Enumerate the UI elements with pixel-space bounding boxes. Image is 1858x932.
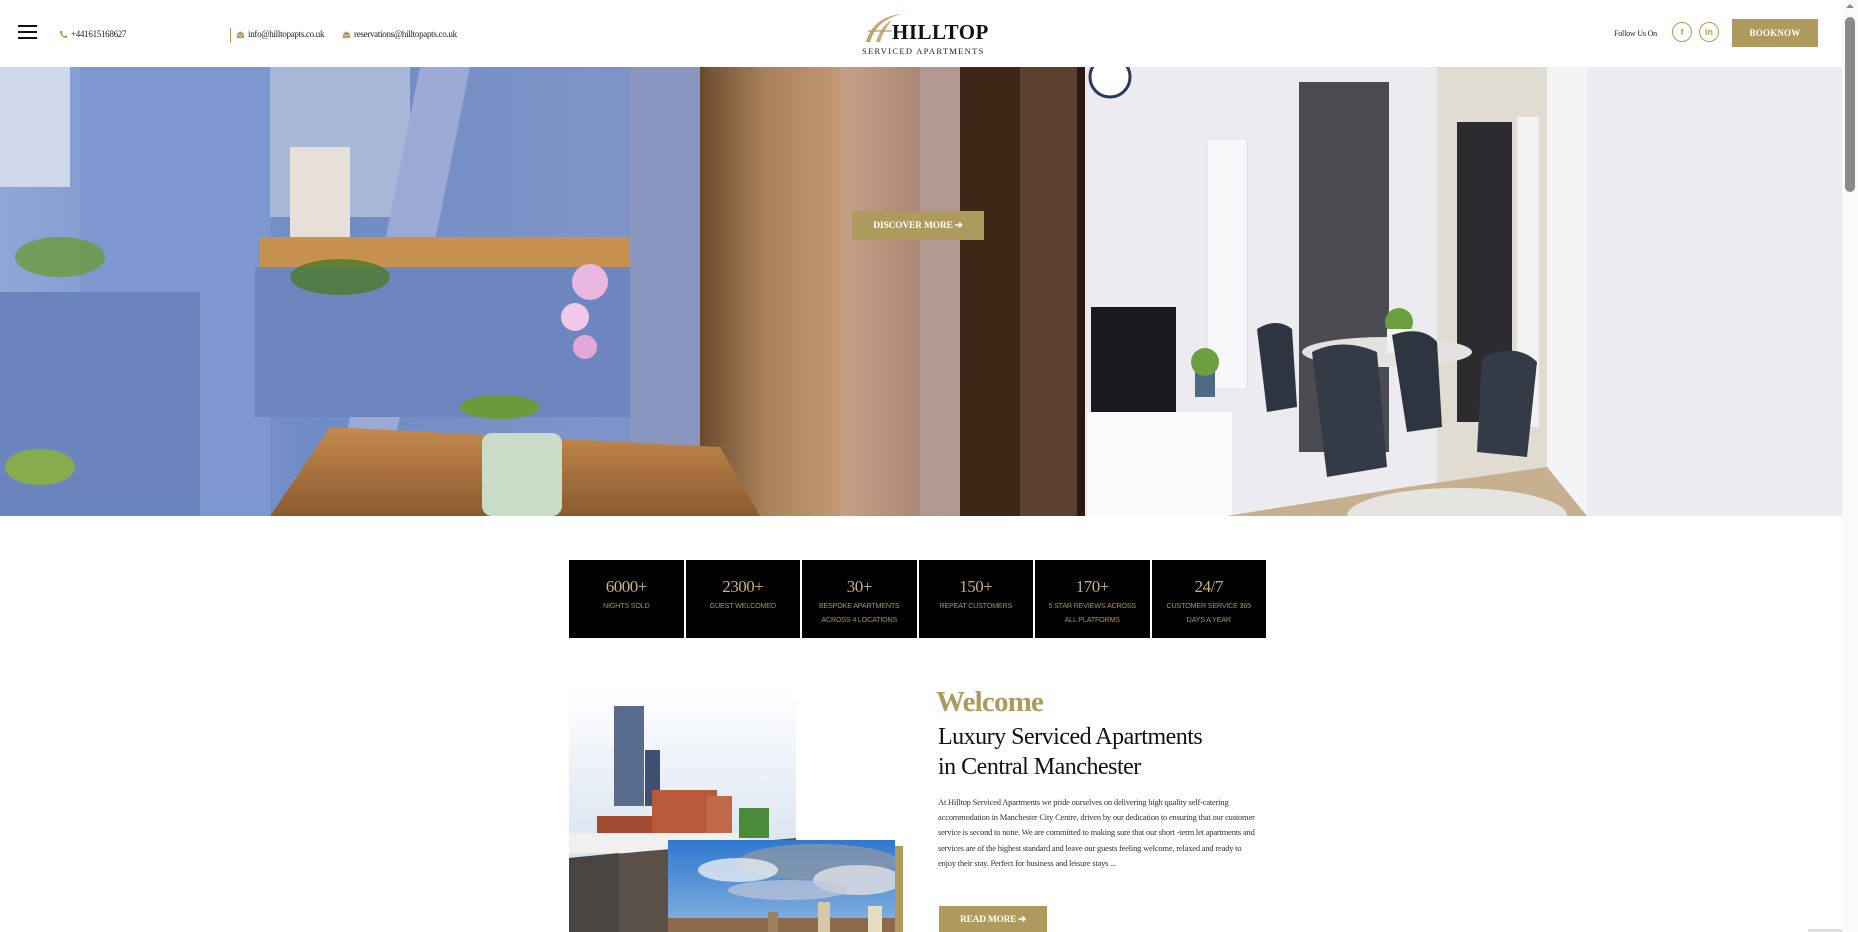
read-more-button[interactable]: READ MORE ➔ (939, 906, 1047, 932)
welcome-subheading: Luxury Serviced Apartments in Central Ma… (938, 722, 1298, 782)
balcony-photo (0, 67, 1077, 516)
reservations-email-link[interactable]: reservations@hilltopapts.co.uk (342, 29, 457, 39)
welcome-subheading-line: Luxury Serviced Apartments (938, 724, 1203, 750)
stats-bar: 6000+ NIGHTS SOLD 2300+ GUEST WELCOMED 3… (569, 560, 1266, 638)
stat-customer-service: 24/7 CUSTOMER SERVICE 365 DAYS A YEAR (1151, 560, 1266, 638)
stat-repeat-customers: 150+ REPEAT CUSTOMERS (918, 560, 1033, 638)
stat-nights-sold: 6000+ NIGHTS SOLD (569, 560, 684, 638)
stat-bespoke-apartments: 30+ BESPOKE APARTMENTS ACROSS 4 LOCATION… (802, 560, 917, 638)
skyline-photo (668, 840, 895, 932)
hamburger-line (18, 37, 37, 39)
stat-label: 5 STAR REVIEWS ACROSS ALL PLATFORMS (1048, 601, 1137, 624)
stat-value: 6000+ (605, 577, 648, 596)
hero-banner: DISCOVER MORE ➔ (0, 67, 1842, 516)
hamburger-line (18, 31, 37, 33)
stat-label: BESPOKE APARTMENTS ACROSS 4 LOCATIONS (818, 601, 900, 624)
stat-value: 170+ (1075, 577, 1110, 596)
stat-value: 24/7 (1194, 577, 1224, 596)
hamburger-menu-button[interactable] (18, 25, 37, 39)
linkedin-icon: in (1705, 27, 1713, 37)
scrollbar-thumb[interactable] (1845, 17, 1855, 192)
reservations-email: reservations@hilltopapts.co.uk (354, 29, 457, 39)
site-header: +441615168627 info@hilltopapts.co.uk res… (0, 0, 1842, 67)
hero-apartment-image (1077, 67, 1842, 516)
facebook-link[interactable]: f (1672, 22, 1692, 42)
apartment-photo (1077, 67, 1842, 516)
stat-guests-welcomed: 2300+ GUEST WELCOMED (685, 560, 800, 638)
linkedin-link[interactable]: in (1699, 22, 1719, 42)
stat-label: CUSTOMER SERVICE 365 DAYS A YEAR (1166, 601, 1252, 624)
scroll-up-arrow-icon[interactable] (1846, 4, 1854, 8)
book-now-button[interactable]: BOOKNOW (1732, 19, 1818, 47)
welcome-heading: Welcome (936, 686, 1044, 718)
stat-label: GUEST WELCOMED (709, 601, 776, 610)
manchester-skyline-image (668, 840, 895, 932)
discover-more-button[interactable]: DISCOVER MORE ➔ (852, 211, 984, 240)
logo-tagline: SERVICED APARTMENTS (862, 46, 985, 56)
phone-link[interactable]: +441615168627 (59, 29, 126, 39)
phone-number: +441615168627 (71, 29, 127, 39)
welcome-subheading-line: in Central Manchester (938, 754, 1141, 780)
stat-value: 30+ (846, 577, 873, 596)
info-email: info@hilltopapts.co.uk (248, 29, 325, 39)
envelope-icon (236, 30, 245, 38)
envelope-icon (342, 30, 351, 38)
header-divider (230, 28, 231, 43)
stat-label: REPEAT CUSTOMERS (939, 601, 1013, 610)
stat-five-star-reviews: 170+ 5 STAR REVIEWS ACROSS ALL PLATFORMS (1035, 560, 1150, 638)
info-email-link[interactable]: info@hilltopapts.co.uk (236, 29, 324, 39)
facebook-icon: f (1680, 27, 1684, 37)
phone-icon (59, 30, 68, 38)
logo-name: HILLTOP (892, 20, 989, 44)
follow-us-label: Follow Us On (1614, 29, 1657, 38)
vertical-scrollbar[interactable] (1842, 0, 1858, 932)
site-logo[interactable]: HILLTOP SERVICED APARTMENTS (862, 8, 988, 58)
hero-balcony-image: DISCOVER MORE ➔ (0, 67, 1077, 516)
welcome-paragraph: At Hilltop Serviced Apartments we pride … (938, 797, 1255, 868)
stat-value: 2300+ (722, 577, 764, 596)
stat-label: NIGHTS SOLD (602, 601, 650, 610)
stat-value: 150+ (959, 577, 993, 596)
hamburger-line (18, 25, 37, 27)
